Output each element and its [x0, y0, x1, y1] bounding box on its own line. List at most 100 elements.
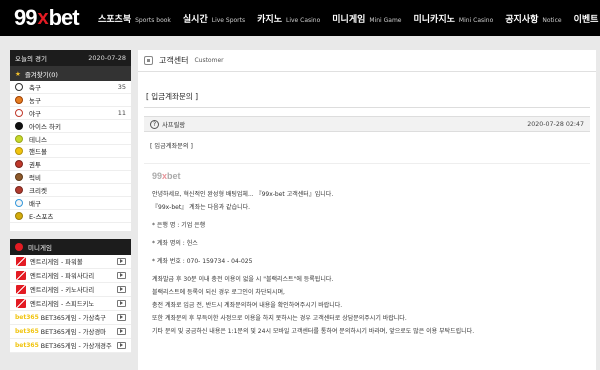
nav-item-label: 이벤트: [573, 14, 599, 25]
sport-item[interactable]: 럭비: [10, 171, 131, 185]
nav-item-3[interactable]: 미니게임 Mini Game: [332, 12, 401, 25]
nav-item-sublabel: Mini Casino: [458, 16, 494, 24]
ntry-game-icon: [15, 256, 27, 266]
sport-item[interactable]: 배구: [10, 197, 131, 210]
play-icon[interactable]: [117, 257, 126, 265]
sport-count: 35: [117, 82, 126, 91]
play-icon[interactable]: [117, 299, 126, 307]
sport-name: 아이스 하키: [29, 122, 61, 131]
sport-ball-icon: [15, 147, 23, 156]
body-line: * 계좌 번호 : 070- 159734 - 04-025: [152, 257, 253, 265]
brand-logo[interactable]: 99 x bet: [14, 5, 80, 30]
bet365-logo-icon: bet365: [15, 341, 39, 349]
body-line: 안녕하세요, 혁신적인 완성형 배팅업체... 『99x-bet 고객센터』입니…: [152, 190, 334, 198]
mini-game-header: 미니게임: [10, 238, 131, 255]
today-matches-header: 오늘의 경기 2020-07-28: [10, 50, 131, 66]
nav-item-label: 공지사항: [505, 14, 539, 25]
mini-game-item[interactable]: 엔트리게임 - 파워볼: [10, 254, 131, 269]
sport-item[interactable]: 야구 11: [10, 107, 131, 120]
body-line: 블랙리스트에 등록이 되신 경우 로그인이 차단되시며,: [152, 288, 285, 296]
mini-game-item[interactable]: 엔트리게임 - 키노사다리: [10, 282, 131, 297]
favorites-label: 즐겨찾기(0): [24, 70, 58, 79]
sport-ball-icon: [15, 108, 23, 117]
mini-game-item[interactable]: bet365 BET365게임 - 가상축구: [10, 310, 131, 325]
page-title: 고객센터: [159, 56, 189, 65]
sport-ball-icon: [15, 211, 23, 220]
mini-game-name: BET365게임 - 가상경마: [40, 328, 106, 336]
sport-item[interactable]: 권투: [10, 158, 131, 172]
play-icon[interactable]: [117, 271, 126, 279]
mini-game-name: BET365게임 - 가상축구: [40, 314, 106, 322]
post-subject: [ 입금계좌문의 ]: [150, 142, 193, 150]
nav-item-label: 미니카지노: [413, 14, 455, 25]
nav-item-6[interactable]: 이벤트: [574, 12, 600, 25]
favorites-row[interactable]: ★ 즐겨찾기(0): [10, 66, 131, 81]
main-nav: 스포츠북 Sports book 실시간 Live Sports 카지노 Live Cas…: [98, 0, 600, 36]
sport-name: E-스포츠: [29, 212, 54, 221]
post-meta-bar: ? 사프릴랑 2020-07-28 02:47: [144, 116, 590, 132]
nav-item-0[interactable]: 스포츠북 Sports book: [98, 12, 171, 25]
body-line: 『99x-bet』 계좌는 다음과 같습니다.: [152, 203, 251, 211]
play-icon[interactable]: [117, 313, 126, 321]
sports-panel: 오늘의 경기 2020-07-28 ★ 즐겨찾기(0) 축구 35 농구야구 11 아이…: [10, 50, 131, 231]
nav-item-4[interactable]: 미니카지노 Mini Casino: [414, 12, 494, 25]
sport-name: 크리켓: [29, 187, 47, 196]
bet365-logo-icon: bet365: [15, 327, 39, 335]
bet365-logo-icon: bet365: [15, 313, 39, 321]
nav-item-2[interactable]: 카지노 Live Casino: [257, 12, 320, 25]
body-line: * 은행 명 : 기업 은행: [152, 221, 206, 229]
nav-item-sublabel: Live Sports: [211, 16, 246, 24]
main-content: 고객센터 Customer [ 입금계좌문의 ] ? 사프릴랑 2020-07-…: [138, 50, 596, 370]
sport-ball-icon: [15, 173, 23, 182]
sport-item[interactable]: 아이스 하키: [10, 120, 131, 133]
mini-game-icon: [15, 242, 23, 251]
nav-item-label: 미니게임: [332, 14, 366, 25]
nav-item-5[interactable]: 공지사항 Notice: [505, 12, 561, 25]
sport-name: 핸드볼: [29, 148, 47, 157]
mini-game-label: 미니게임: [28, 243, 52, 252]
sport-name: 테니스: [29, 135, 47, 144]
sport-ball-icon: [15, 82, 23, 91]
mini-game-item[interactable]: 엔트리게임 - 파워사다리: [10, 268, 131, 283]
sport-name: 축구: [29, 83, 41, 92]
sport-item[interactable]: 크리켓: [10, 184, 131, 198]
play-icon[interactable]: [117, 327, 126, 335]
logo-x: x: [37, 6, 48, 29]
sports-list: 축구 35 농구야구 11 아이스 하키테니스핸드볼 권투럭비크리켓 배구 E-스포츠: [10, 81, 131, 223]
mini-game-item[interactable]: bet365 BET365게임 - 가상경마: [10, 324, 131, 339]
body-line: 기타 문의 및 궁금하신 내용은 1:1문의 및 24시 모바일 고객센터를 통…: [152, 327, 475, 335]
sport-ball-icon: [15, 160, 23, 169]
sport-item[interactable]: 핸드볼: [10, 145, 131, 159]
today-label: 오늘의 경기: [15, 55, 47, 63]
sport-item[interactable]: E-스포츠: [10, 210, 131, 223]
page-header: 고객센터 Customer: [138, 50, 596, 72]
mini-game-name: 엔트리게임 - 키노사다리: [30, 286, 95, 294]
nav-item-1[interactable]: 실시간 Live Sports: [183, 12, 245, 25]
mini-game-item[interactable]: bet365 BET365게임 - 가상개경주: [10, 338, 131, 353]
mini-game-name: BET365게임 - 가상개경주: [40, 342, 112, 350]
logo-part: 99: [14, 5, 38, 30]
body-line: 또한 계좌문의 후 부득이한 사정으로 이용을 하지 못하시는 경우 고객센터로…: [152, 314, 407, 322]
play-icon[interactable]: [117, 341, 126, 349]
mini-game-item[interactable]: 엔트리게임 - 스피드키노: [10, 296, 131, 311]
sport-ball-icon: [15, 134, 23, 143]
page-subtitle: Customer: [194, 57, 224, 64]
play-icon[interactable]: [117, 285, 126, 293]
nav-item-sublabel: Mini Game: [369, 16, 402, 24]
post-body: 99xbet 안녕하세요, 혁신적인 완성형 배팅업체... 『99x-bet …: [138, 164, 596, 336]
post-section-title: [ 입금계좌문의 ]: [144, 86, 590, 108]
sport-item[interactable]: 농구: [10, 94, 131, 107]
sport-item[interactable]: 축구 35: [10, 81, 131, 94]
sport-ball-icon: [15, 95, 23, 104]
sport-count: 11: [117, 108, 126, 117]
sport-name: 농구: [29, 96, 41, 105]
customer-center-icon: [144, 56, 153, 65]
body-line: 계좌발급 후 30분 이내 충전 이용이 없을 시 "블랙리스트"에 등록됩니다…: [152, 275, 334, 283]
star-icon: ★: [15, 69, 21, 78]
sport-ball-icon: [15, 121, 23, 130]
sport-item[interactable]: 테니스: [10, 133, 131, 146]
ntry-game-icon: [15, 270, 27, 280]
sport-ball-icon: [15, 186, 23, 195]
today-date: 2020-07-28: [88, 54, 126, 62]
sport-name: 럭비: [29, 174, 41, 183]
